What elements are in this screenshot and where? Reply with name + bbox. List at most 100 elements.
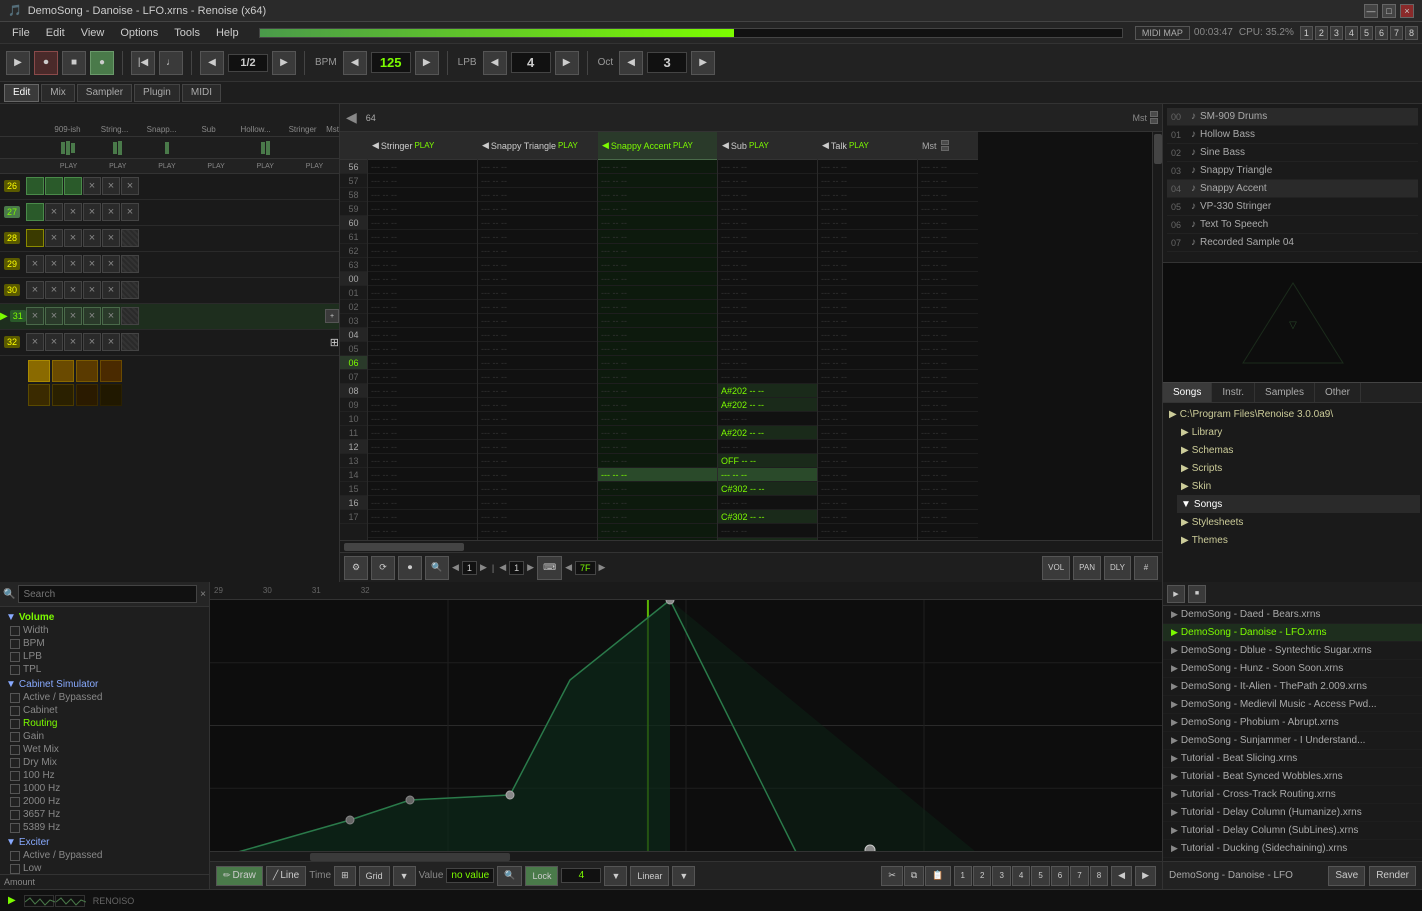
pe-cell-08[interactable]: --- -- -- [718, 496, 817, 510]
checkbox-gain[interactable] [10, 732, 20, 742]
pe-cell-57[interactable]: --- -- -- [478, 174, 597, 188]
linear-arrow[interactable]: ▼ [672, 866, 695, 886]
pe-cell-04[interactable]: --- -- -- [818, 440, 917, 454]
pe-cell-58[interactable]: --- -- -- [598, 188, 717, 202]
param-section-volume[interactable]: ▼ Volume [2, 609, 207, 624]
pat-cell[interactable] [64, 177, 82, 195]
checkbox-routing[interactable] [10, 719, 20, 729]
pe-cell-10[interactable]: --- -- -- [478, 524, 597, 538]
song-item-8[interactable]: ▶ Tutorial - Beat Slicing.xrns [1163, 750, 1422, 768]
minimize-button[interactable]: — [1364, 4, 1378, 18]
pe-cell-09[interactable]: --- -- -- [818, 510, 917, 524]
pe-cell-61[interactable]: --- -- -- [818, 230, 917, 244]
pat-cell[interactable] [83, 281, 101, 299]
pat-cell[interactable] [121, 281, 139, 299]
pe-settings-btn[interactable]: ⚙ [344, 556, 368, 580]
pat-cell[interactable] [121, 333, 139, 351]
pe-cell-60[interactable]: --- -- -- [598, 328, 717, 342]
checkbox-tpl[interactable] [10, 665, 20, 675]
param-1000hz[interactable]: 1000 Hz [2, 782, 207, 795]
loop-button[interactable]: ● [90, 51, 114, 75]
track-num-5[interactable]: 5 [1360, 26, 1373, 40]
lock-arrow[interactable]: ▼ [604, 866, 627, 886]
pe-dly-btn[interactable]: DLY [1104, 556, 1131, 580]
color-block[interactable] [100, 384, 122, 406]
oct-inc[interactable]: ▶ [691, 51, 715, 75]
pe-cell-62[interactable]: --- -- -- [718, 356, 817, 370]
instr-item-06[interactable]: 06 ♪ Text To Speech [1167, 216, 1418, 234]
pe-cell-59[interactable]: --- -- -- [918, 202, 978, 216]
lpb-value[interactable]: 4 [511, 52, 551, 73]
pe-cell-62[interactable]: --- -- -- [368, 356, 477, 370]
param-tpl[interactable]: TPL [2, 663, 207, 676]
pe-cell-07[interactable]: --- -- -- [478, 482, 597, 496]
checkbox-5389hz[interactable] [10, 823, 20, 833]
menu-file[interactable]: File [4, 25, 38, 41]
pe-cell-63[interactable]: --- -- -- [478, 370, 597, 384]
progress-bar[interactable] [259, 28, 1123, 38]
pe-loop-btn[interactable]: ⟳ [371, 556, 395, 580]
song-item-0[interactable]: ▶ DemoSong - Daed - Bears.xrns [1163, 606, 1422, 624]
pat-cell[interactable] [121, 203, 139, 221]
record-button[interactable]: ⏺ [34, 51, 58, 75]
pe-cell-57[interactable]: --- -- -- [918, 286, 978, 300]
track-num-8[interactable]: 8 [1405, 26, 1418, 40]
pe-cell-07[interactable]: --- -- -- [918, 482, 978, 496]
h-scroll-thumb[interactable] [344, 543, 464, 551]
pe-cell-05[interactable]: OFF -- -- [718, 454, 817, 468]
track-config-icon[interactable]: ⊞ [330, 336, 339, 349]
pe-cell-04[interactable]: --- -- -- [598, 440, 717, 454]
pe-cell-62[interactable]: --- -- -- [478, 244, 597, 258]
pe-cell-09[interactable]: --- -- -- [368, 510, 477, 524]
menu-help[interactable]: Help [208, 25, 247, 41]
pe-cell-57[interactable]: --- -- -- [918, 174, 978, 188]
pe-cell-59[interactable]: --- -- -- [598, 314, 717, 328]
menu-options[interactable]: Options [112, 25, 166, 41]
checkbox-100hz[interactable] [10, 771, 20, 781]
oct-value[interactable]: 3 [647, 52, 687, 73]
pe-cell-03[interactable]: --- -- -- [478, 426, 597, 440]
song-item-6[interactable]: ▶ DemoSong - Phobium - Abrupt.xrns [1163, 714, 1422, 732]
pe-cell-02[interactable]: --- -- -- [478, 412, 597, 426]
pe-cell-58[interactable]: --- -- -- [918, 188, 978, 202]
pat-cell[interactable] [26, 177, 44, 195]
search-input[interactable] [18, 585, 197, 603]
pe-cell-61[interactable]: --- -- -- [918, 230, 978, 244]
render-btn[interactable]: Render [1369, 866, 1416, 886]
tab-edit[interactable]: Edit [4, 84, 39, 102]
pe-cell-59[interactable]: --- -- -- [368, 314, 477, 328]
menu-view[interactable]: View [73, 25, 113, 41]
checkbox-bpm[interactable] [10, 639, 20, 649]
pe-record-btn[interactable]: ⏺ [398, 556, 422, 580]
pe-pan-btn[interactable]: PAN [1073, 556, 1101, 580]
pe-cell-56[interactable]: --- -- -- [478, 160, 597, 174]
close-button[interactable]: × [1400, 4, 1414, 18]
param-gain[interactable]: Gain [2, 730, 207, 743]
pe-scrollbar-h[interactable] [340, 540, 1162, 552]
pe-scrollbar-v[interactable] [1152, 132, 1162, 540]
song-item-7[interactable]: ▶ DemoSong - Sunjammer - I Understand... [1163, 732, 1422, 750]
pe-cell-62[interactable]: --- -- -- [818, 244, 917, 258]
pe-cell-63[interactable]: --- -- -- [818, 370, 917, 384]
pat-cell[interactable] [45, 203, 63, 221]
pe-cell-63[interactable]: --- -- -- [918, 370, 978, 384]
pat-cell[interactable] [45, 307, 63, 325]
track-num-4[interactable]: 4 [1345, 26, 1358, 40]
song-play-btn[interactable]: ▶ [1167, 585, 1185, 603]
oct-dec[interactable]: ◀ [619, 51, 643, 75]
pe-step-value[interactable]: 1 [462, 561, 477, 575]
pat-cell[interactable] [64, 229, 82, 247]
bpm-value[interactable]: 125 [371, 52, 411, 73]
pat-cell[interactable] [45, 255, 63, 273]
pe-cell-57[interactable]: --- -- -- [718, 174, 817, 188]
pe-cell-05[interactable]: --- -- -- [598, 454, 717, 468]
pe-cell-59[interactable]: --- -- -- [818, 314, 917, 328]
pe-cell-59[interactable]: --- -- -- [718, 314, 817, 328]
pe-cell-63[interactable]: --- -- -- [718, 258, 817, 272]
nav-copy[interactable]: ⧉ [904, 866, 924, 886]
pe-cell-61[interactable]: --- -- -- [718, 342, 817, 356]
param-active[interactable]: Active / Bypassed [2, 691, 207, 704]
pe-cell-62[interactable]: --- -- -- [598, 244, 717, 258]
checkbox-2000hz[interactable] [10, 797, 20, 807]
track-add-btn[interactable]: + [325, 309, 339, 323]
